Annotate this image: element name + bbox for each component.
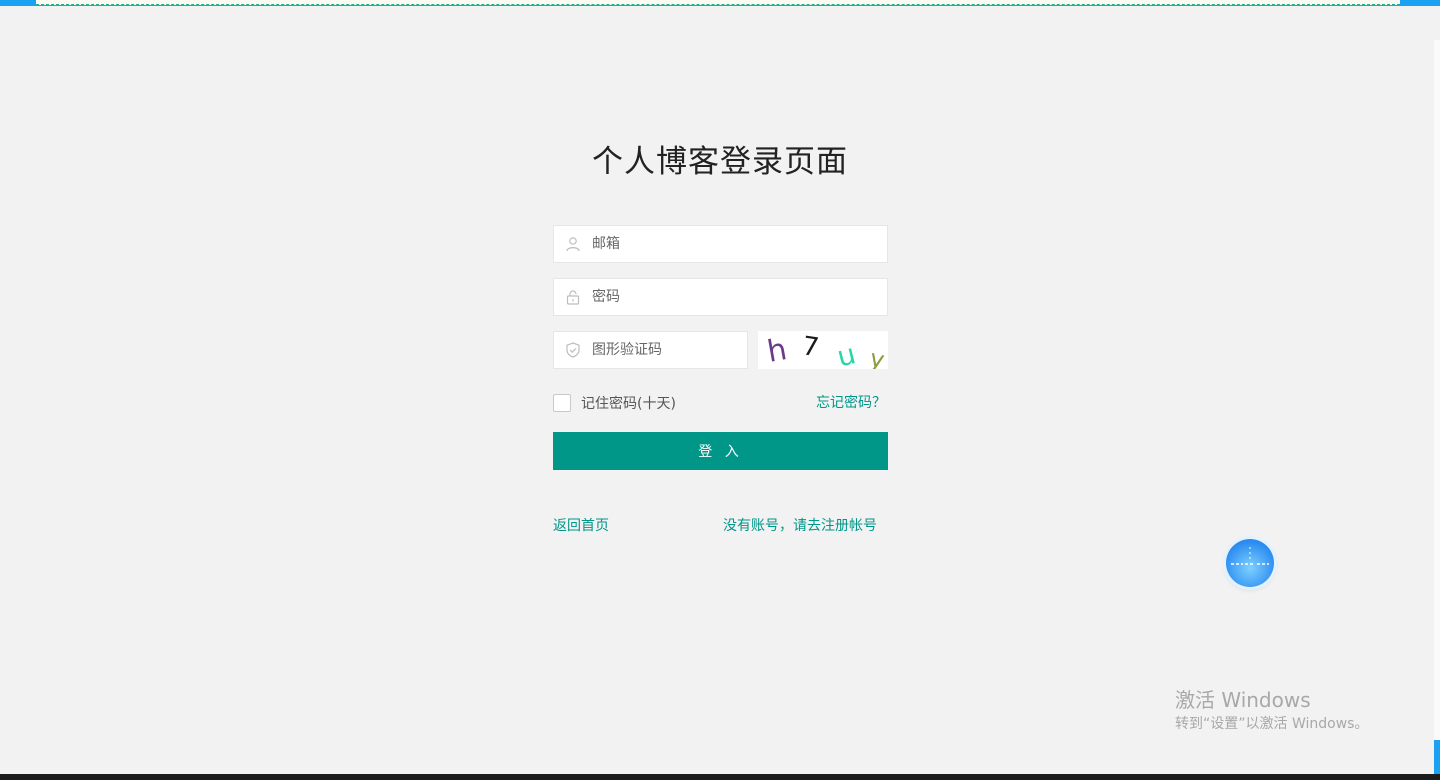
captcha-char-4: y [867, 344, 887, 369]
floating-assistant-button[interactable] [1226, 539, 1274, 587]
password-input[interactable] [592, 279, 882, 315]
lock-icon [565, 289, 581, 305]
forgot-password-link[interactable]: 忘记密码？ [816, 392, 886, 412]
captcha-char-2: 7 [800, 331, 821, 363]
email-input[interactable] [592, 226, 882, 262]
top-dashed-border [36, 0, 1400, 5]
assistant-icon [1231, 547, 1269, 565]
bottom-border [0, 774, 1440, 780]
checkbox-box[interactable] [553, 394, 571, 412]
back-home-link[interactable]: 返回首页 [553, 515, 609, 535]
captcha-char-1: h [765, 332, 790, 369]
shield-icon [565, 342, 581, 358]
password-field[interactable] [553, 278, 888, 316]
activation-title: 激活 Windows [1175, 688, 1311, 712]
captcha-glyphs: h 7 u y [765, 331, 887, 369]
captcha-field[interactable] [553, 331, 748, 369]
remember-password-label: 记住密码(十天) [581, 396, 676, 412]
captcha-char-3: u [834, 337, 859, 369]
page-title: 个人博客登录页面 [592, 144, 848, 180]
login-page: 个人博客登录页面 邮箱 图形验证码 h 7 u y 记住密码(十天) 忘记密码？… [0, 0, 1440, 780]
user-icon [565, 236, 581, 252]
captcha-image[interactable]: h 7 u y [758, 331, 888, 369]
captcha-input[interactable] [592, 332, 742, 368]
remember-password-checkbox[interactable]: 记住密码(十天) [553, 393, 676, 413]
windows-activation-watermark: 激活 Windows 转到“设置”以激活 Windows。 [1175, 688, 1368, 734]
register-link[interactable]: 没有账号，请去注册帐号 [723, 515, 877, 535]
login-button[interactable]: 登 入 [553, 432, 888, 470]
email-field[interactable] [553, 225, 888, 263]
activation-hint: 转到“设置”以激活 Windows。 [1175, 716, 1369, 732]
